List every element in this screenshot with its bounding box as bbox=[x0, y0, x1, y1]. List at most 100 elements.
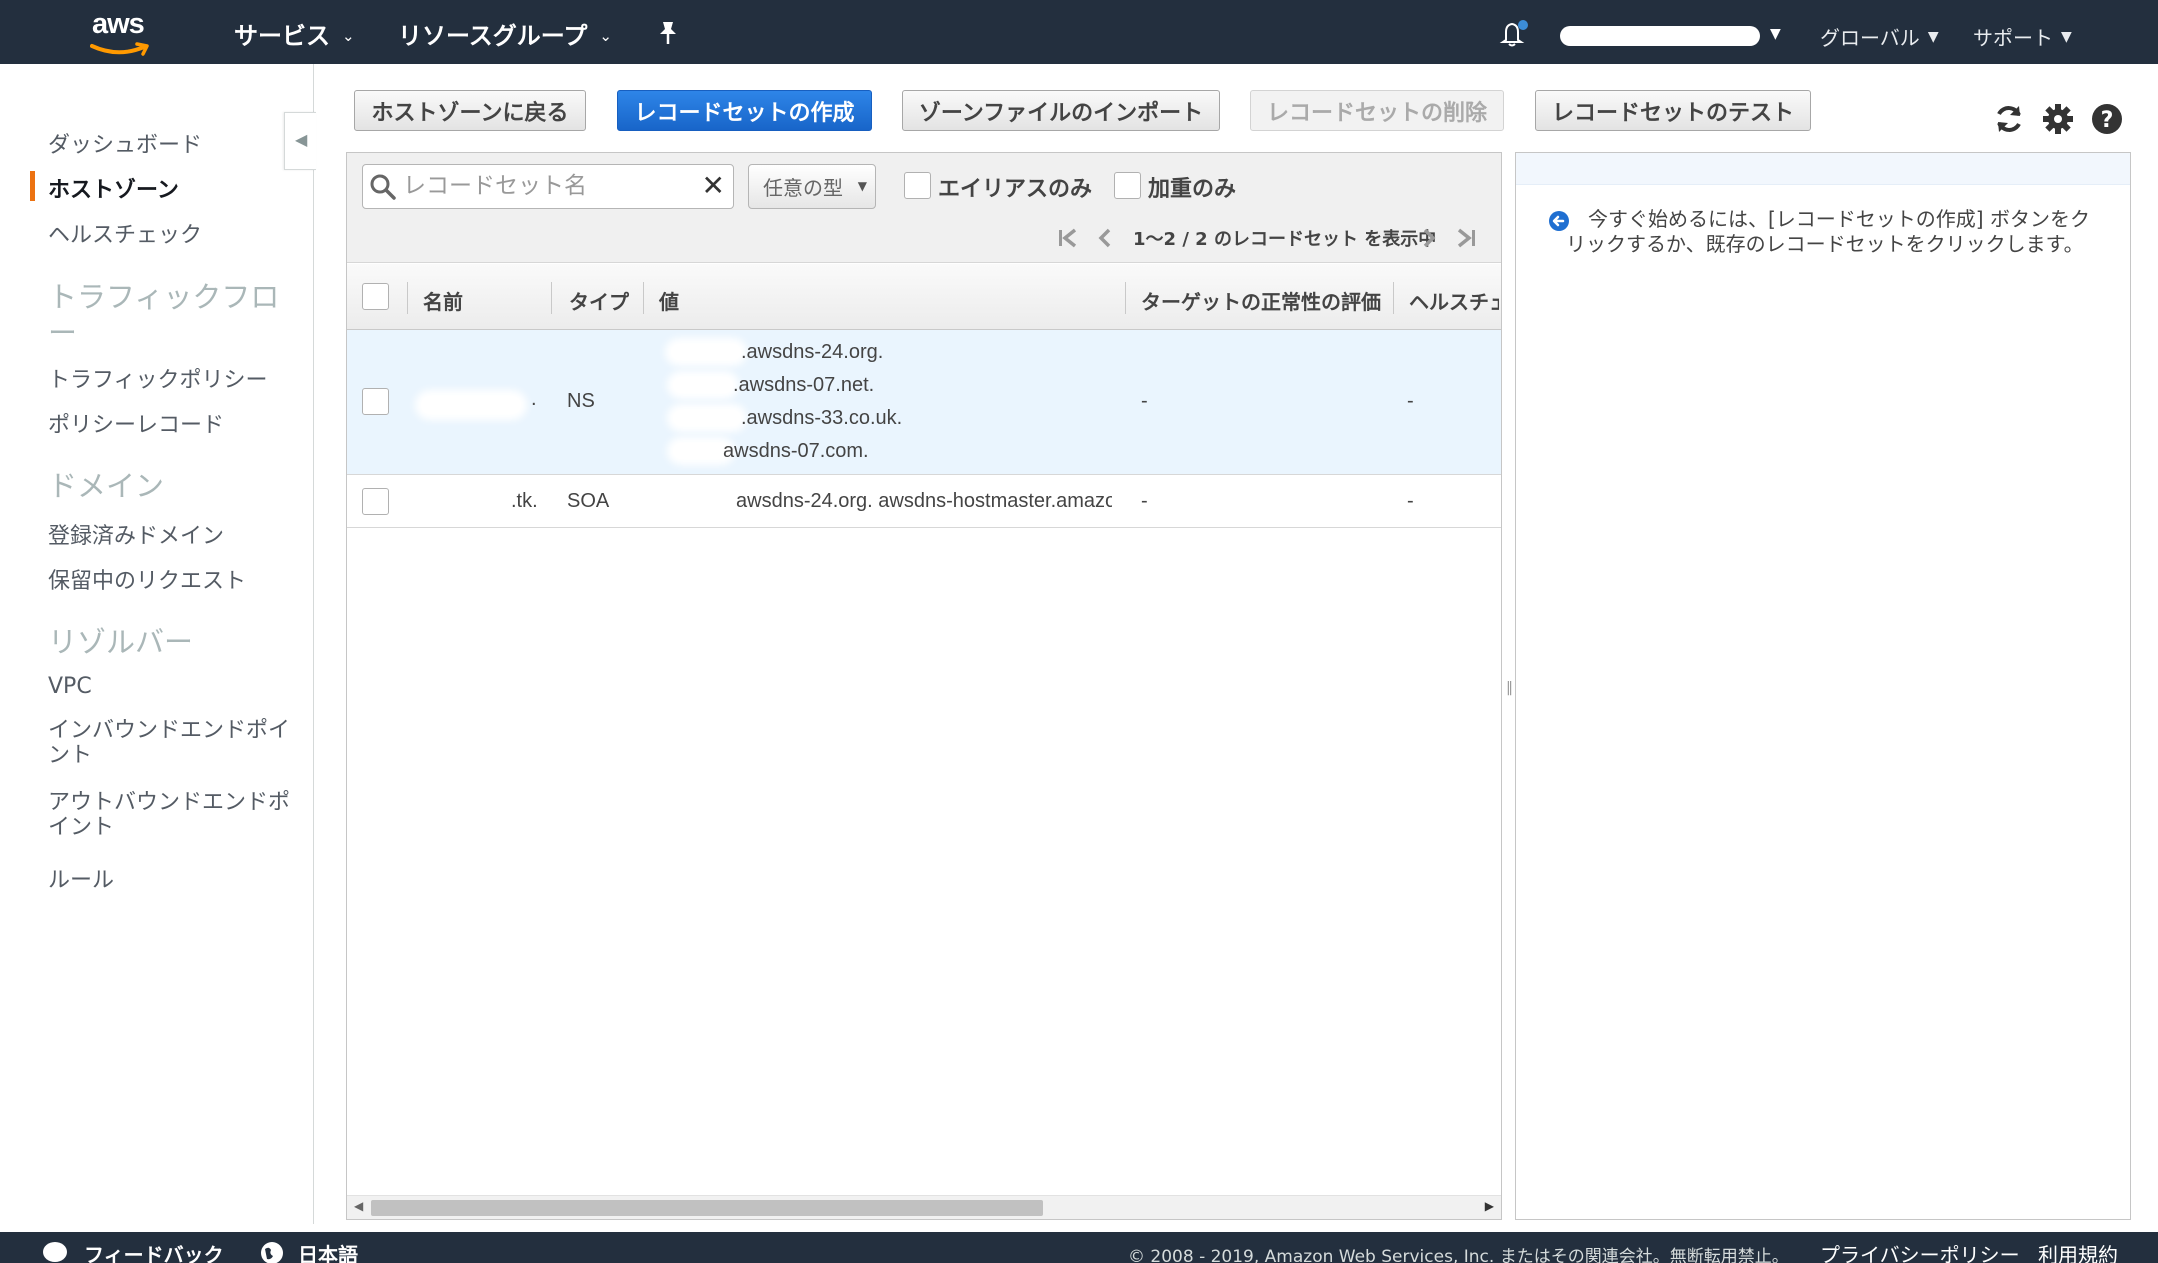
select-all-checkbox[interactable] bbox=[362, 283, 389, 310]
region-menu[interactable]: グローバル ▼ bbox=[1820, 22, 1939, 51]
record-value-line: .awsdns-07.net. bbox=[733, 374, 875, 396]
caret-down-icon[interactable]: ▼ bbox=[1770, 26, 1781, 42]
scroll-right-arrow-icon[interactable]: ▶ bbox=[1485, 1199, 1494, 1213]
sidebar-item-traffic-policies[interactable]: トラフィックポリシー bbox=[48, 362, 268, 394]
sidebar-item-vpc[interactable]: VPC bbox=[48, 674, 92, 699]
column-header-type[interactable]: タイプ bbox=[569, 286, 629, 315]
active-item-marker bbox=[30, 171, 35, 201]
sidebar-item-rules[interactable]: ルール bbox=[48, 862, 114, 894]
copyright-text: © 2008 - 2019, Amazon Web Services, Inc.… bbox=[1128, 1247, 1789, 1263]
delete-record-set-button[interactable]: レコードセットの削除 bbox=[1250, 90, 1504, 131]
column-header-health-check[interactable]: ヘルスチェ bbox=[1409, 286, 1499, 315]
feedback-bubble-icon bbox=[43, 1242, 67, 1262]
sidebar: ダッシュボード ホストゾーン ヘルスチェック トラフィックフロ ー トラフィック… bbox=[0, 64, 314, 1224]
sidebar-item-inbound-endpoints[interactable]: インバウンドエンドポイ ント bbox=[48, 718, 290, 768]
scrollbar-thumb[interactable] bbox=[371, 1200, 1043, 1216]
search-icon bbox=[370, 174, 396, 200]
record-type: SOA bbox=[567, 490, 610, 512]
first-page-icon[interactable] bbox=[1055, 227, 1081, 249]
column-header-target-health[interactable]: ターゲットの正常性の評価 bbox=[1141, 286, 1381, 315]
footer: フィードバック 日本語 © 2008 - 2019, Amazon Web Se… bbox=[0, 1232, 2158, 1263]
resolver-heading: リゾルバー bbox=[48, 625, 194, 659]
aws-logo[interactable]: aws bbox=[88, 8, 158, 56]
support-menu[interactable]: サポート ▼ bbox=[1973, 22, 2072, 51]
refresh-icon[interactable] bbox=[1992, 102, 2026, 136]
record-name: .tk. bbox=[511, 490, 538, 512]
record-type-select[interactable]: 任意の型 ▼ bbox=[748, 164, 876, 209]
sidebar-item-dashboard[interactable]: ダッシュボード bbox=[48, 127, 202, 159]
table-header: 名前 タイプ 値 ターゲットの正常性の評価 ヘルスチェ bbox=[347, 264, 1501, 330]
weighted-only-label[interactable]: 加重のみ bbox=[1148, 171, 1236, 203]
info-panel: 今すぐ始めるには、[レコードセットの作成] ボタンをクリックするか、既存のレコー… bbox=[1515, 152, 2131, 1220]
back-to-hosted-zones-button[interactable]: ホストゾーンに戻る bbox=[354, 90, 586, 131]
pin-icon[interactable] bbox=[657, 20, 679, 46]
column-header-value[interactable]: 値 bbox=[659, 286, 679, 315]
record-set-search: ✕ bbox=[362, 164, 734, 209]
globe-icon bbox=[261, 1242, 283, 1263]
test-record-set-button[interactable]: レコードセットのテスト bbox=[1535, 90, 1811, 131]
create-record-set-button[interactable]: レコードセットの作成 bbox=[617, 90, 872, 131]
filter-toolbar: ✕ 任意の型 ▼ エイリアスのみ 加重のみ 1〜2 / 2 のレコードセット を… bbox=[347, 153, 1501, 263]
language-selector[interactable]: 日本語 bbox=[298, 1239, 358, 1263]
last-page-icon[interactable] bbox=[1453, 227, 1479, 249]
horizontal-scrollbar[interactable]: ◀ ▶ bbox=[347, 1195, 1501, 1219]
record-value-line: awsdns-07.com. bbox=[723, 440, 869, 462]
import-zone-file-button[interactable]: ゾーンファイルのインポート bbox=[902, 90, 1220, 131]
chevron-down-icon: ⌄ bbox=[342, 27, 355, 45]
domains-heading: ドメイン bbox=[48, 469, 165, 503]
table-row[interactable]: .tk. SOA awsdns-24.org. awsdns-hostmaste… bbox=[347, 475, 1501, 528]
record-type: NS bbox=[567, 390, 595, 412]
account-name-redacted[interactable] bbox=[1560, 26, 1760, 46]
record-name: . bbox=[531, 388, 537, 410]
sidebar-item-pending-requests[interactable]: 保留中のリクエスト bbox=[48, 563, 246, 595]
traffic-flow-heading: トラフィックフロ ー bbox=[48, 280, 280, 350]
caret-down-icon: ▼ bbox=[2061, 28, 2072, 45]
record-target-health: - bbox=[1141, 390, 1148, 412]
sidebar-item-registered-domains[interactable]: 登録済みドメイン bbox=[48, 518, 224, 550]
weighted-only-checkbox[interactable] bbox=[1114, 172, 1141, 199]
getting-started-text: 今すぐ始めるには、[レコードセットの作成] ボタンをクリックするか、既存のレコー… bbox=[1566, 207, 2090, 256]
chevron-left-icon: ◀ bbox=[295, 130, 308, 149]
record-target-health: - bbox=[1141, 490, 1148, 512]
next-page-icon[interactable] bbox=[1415, 227, 1441, 249]
sidebar-item-health-checks[interactable]: ヘルスチェック bbox=[48, 217, 202, 249]
search-input[interactable] bbox=[403, 171, 703, 201]
column-header-name[interactable]: 名前 bbox=[423, 286, 463, 315]
caret-down-icon: ▼ bbox=[857, 179, 867, 193]
svg-text:?: ? bbox=[2101, 108, 2114, 133]
clear-search-icon[interactable]: ✕ bbox=[702, 172, 725, 200]
top-navigation: aws サービス ⌄ リソースグループ ⌄ ▼ グローバル ▼ サポート ▼ bbox=[0, 0, 2158, 64]
record-value-line: .awsdns-33.co.uk. bbox=[741, 407, 903, 429]
alias-only-label[interactable]: エイリアスのみ bbox=[938, 171, 1092, 203]
redacted-name bbox=[421, 396, 521, 414]
chevron-down-icon: ⌄ bbox=[599, 27, 612, 45]
services-menu[interactable]: サービス ⌄ bbox=[234, 16, 355, 51]
terms-of-use-link[interactable]: 利用規約 bbox=[2038, 1239, 2118, 1263]
record-value: awsdns-24.org. awsdns-hostmaster.amazon bbox=[736, 490, 1112, 512]
sidebar-item-outbound-endpoints[interactable]: アウトバウンドエンドポ イント bbox=[48, 790, 290, 840]
table-row[interactable]: . NS .awsdns-24.org. .awsdns-07.net. .aw… bbox=[347, 330, 1501, 475]
record-health-check: - bbox=[1407, 490, 1414, 512]
aws-smile-icon bbox=[90, 42, 149, 56]
gear-icon[interactable] bbox=[2041, 102, 2075, 136]
record-sets-panel: ✕ 任意の型 ▼ エイリアスのみ 加重のみ 1〜2 / 2 のレコードセット を… bbox=[346, 152, 1502, 1220]
sidebar-collapse-button[interactable]: ◀ bbox=[284, 112, 316, 170]
help-icon[interactable]: ? bbox=[2090, 102, 2124, 136]
scroll-left-arrow-icon[interactable]: ◀ bbox=[354, 1199, 363, 1213]
privacy-policy-link[interactable]: プライバシーポリシー bbox=[1820, 1239, 2020, 1263]
previous-page-icon[interactable] bbox=[1093, 227, 1119, 249]
panel-resize-handle[interactable]: ‖ bbox=[1506, 680, 1513, 696]
resource-groups-menu[interactable]: リソースグループ ⌄ bbox=[398, 16, 612, 51]
record-health-check: - bbox=[1407, 390, 1414, 412]
pagination-status: 1〜2 / 2 のレコードセット を表示中 bbox=[1133, 229, 1437, 250]
alias-only-checkbox[interactable] bbox=[904, 172, 931, 199]
feedback-link[interactable]: フィードバック bbox=[84, 1239, 224, 1263]
record-value-line: .awsdns-24.org. bbox=[741, 341, 884, 363]
row-checkbox[interactable] bbox=[362, 488, 389, 515]
caret-down-icon: ▼ bbox=[1927, 28, 1939, 45]
row-checkbox[interactable] bbox=[362, 388, 389, 415]
notifications-bell-icon[interactable] bbox=[1498, 18, 1528, 48]
record-values: .awsdns-24.org. .awsdns-07.net. .awsdns-… bbox=[647, 330, 1127, 475]
sidebar-item-policy-records[interactable]: ポリシーレコード bbox=[48, 407, 224, 439]
sidebar-item-hosted-zones[interactable]: ホストゾーン bbox=[48, 172, 179, 204]
